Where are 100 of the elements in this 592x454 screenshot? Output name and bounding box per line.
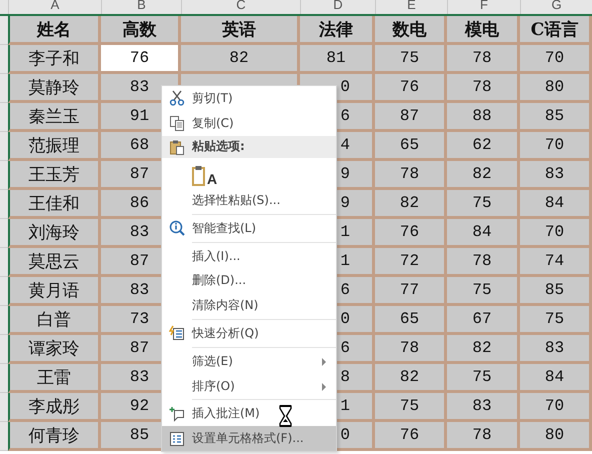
- menu-section-title: 粘贴选项:: [192, 138, 245, 156]
- column-letter[interactable]: G: [520, 0, 592, 14]
- column-letter[interactable]: D: [300, 0, 375, 14]
- format-cells-icon: [169, 430, 185, 447]
- table-cell: 莫思云: [8, 248, 101, 277]
- column-letter[interactable]: F: [447, 0, 520, 14]
- column-header: 高数: [101, 16, 181, 45]
- table-cell: 75: [447, 277, 520, 306]
- row-header[interactable]: [0, 45, 8, 74]
- table-cell: 78: [447, 248, 520, 277]
- table-cell: 81: [300, 45, 375, 74]
- column-header: C语言: [520, 16, 592, 45]
- table-cell: 83: [447, 393, 520, 422]
- table-cell: 李子和: [8, 45, 101, 74]
- table-cell: 王佳和: [8, 190, 101, 219]
- column-letter[interactable]: C: [181, 0, 300, 14]
- table-cell: 75: [520, 306, 592, 335]
- row-header[interactable]: [0, 16, 8, 45]
- row-header[interactable]: [0, 393, 8, 422]
- table-cell: 75: [447, 364, 520, 393]
- row-header[interactable]: [0, 306, 8, 335]
- table-cell: 85: [520, 103, 592, 132]
- table-cell: 李成彤: [8, 393, 101, 422]
- table-cell: 75: [447, 190, 520, 219]
- table-cell: 75: [375, 393, 447, 422]
- table-cell: 67: [447, 306, 520, 335]
- table-cell: 74: [520, 248, 592, 277]
- row-header[interactable]: [0, 335, 8, 364]
- table-cell: 82: [181, 45, 300, 74]
- table-cell: 70: [520, 393, 592, 422]
- row-header[interactable]: [0, 74, 8, 103]
- table-cell: 62: [447, 132, 520, 161]
- menu-item[interactable]: 设置单元格格式(F)...: [162, 426, 336, 451]
- table-cell: 范振理: [8, 132, 101, 161]
- table-cell: 76: [375, 219, 447, 248]
- table-cell: 刘海玲: [8, 219, 101, 248]
- table-cell: 84: [447, 219, 520, 248]
- row-header[interactable]: [0, 190, 8, 219]
- table-cell: 87: [375, 103, 447, 132]
- table-cell: 82: [447, 161, 520, 190]
- table-cell: 70: [520, 45, 592, 74]
- table-cell: 78: [375, 335, 447, 364]
- row-header[interactable]: [0, 364, 8, 393]
- column-header: 姓名: [8, 16, 101, 45]
- table-cell: 82: [375, 190, 447, 219]
- info-search-icon: [169, 220, 185, 236]
- row-header[interactable]: [0, 103, 8, 132]
- scissors-icon: [169, 90, 185, 106]
- table-cell: 80: [520, 74, 592, 103]
- table-cell: 84: [520, 190, 592, 219]
- column-header: 模电: [447, 16, 520, 45]
- column-letter[interactable]: A: [8, 0, 101, 14]
- table-cell: 何青珍: [8, 422, 101, 451]
- table-cell: 70: [520, 132, 592, 161]
- table-cell: 72: [375, 248, 447, 277]
- table-cell: 77: [375, 277, 447, 306]
- table-cell: 白普: [8, 306, 101, 335]
- table-cell: 王玉芳: [8, 161, 101, 190]
- column-letter[interactable]: E: [375, 0, 447, 14]
- row-header[interactable]: [0, 219, 8, 248]
- table-cell: 78: [375, 161, 447, 190]
- clipboard-icon: [169, 138, 185, 155]
- table-cell: 82: [375, 364, 447, 393]
- table-cell: 谭家玲: [8, 335, 101, 364]
- table-cell: 65: [375, 132, 447, 161]
- table-cell: 83: [520, 335, 592, 364]
- comment-add-icon: [169, 406, 185, 422]
- submenu-arrow-icon: [322, 358, 326, 366]
- table-cell: 65: [375, 306, 447, 335]
- table-cell: 84: [520, 364, 592, 393]
- row-header[interactable]: [0, 161, 8, 190]
- table-cell: 85: [520, 277, 592, 306]
- table-cell: 76: [375, 74, 447, 103]
- table-cell: 88: [447, 103, 520, 132]
- column-header: 英语: [181, 16, 300, 45]
- table-cell: 78: [447, 74, 520, 103]
- column-header: 法律: [300, 16, 375, 45]
- table-cell: 黄月语: [8, 277, 101, 306]
- table-cell: 70: [520, 219, 592, 248]
- row-header[interactable]: [0, 277, 8, 306]
- row-header[interactable]: [0, 248, 8, 277]
- row-header[interactable]: [0, 422, 8, 451]
- lightning-list-icon: [169, 325, 185, 342]
- paste-option-button[interactable]: A: [192, 158, 218, 187]
- copy-icon: [169, 115, 185, 132]
- clipboard-icon: [192, 164, 206, 187]
- table-cell: 80: [520, 422, 592, 451]
- table-cell: 78: [447, 422, 520, 451]
- table-cell: 秦兰玉: [8, 103, 101, 132]
- table-cell: 76: [101, 45, 181, 74]
- column-letter[interactable]: B: [101, 0, 181, 14]
- submenu-arrow-icon: [322, 382, 326, 391]
- row-header[interactable]: [0, 132, 8, 161]
- column-header: 数电: [375, 16, 447, 45]
- table-cell: 78: [447, 45, 520, 74]
- table-cell: 83: [520, 161, 592, 190]
- table-cell: 王雷: [8, 364, 101, 393]
- table-cell: 76: [375, 422, 447, 451]
- table-cell: 82: [447, 335, 520, 364]
- hourglass-cursor-icon: [279, 405, 292, 427]
